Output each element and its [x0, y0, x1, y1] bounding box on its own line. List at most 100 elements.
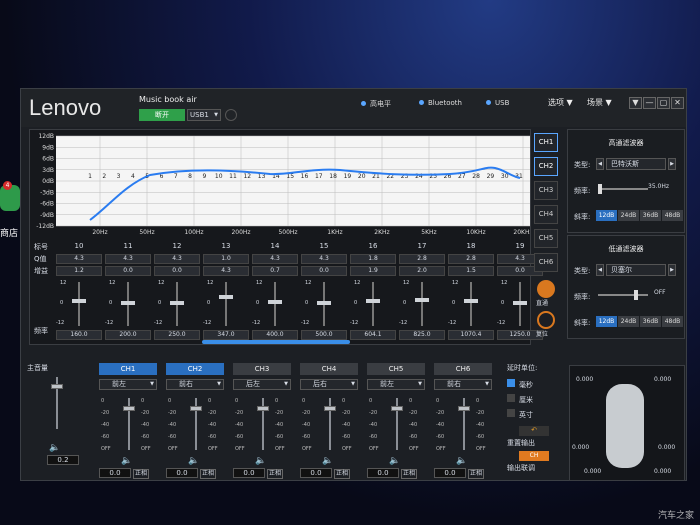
- slope-12db[interactable]: 12dB: [596, 316, 617, 327]
- undo-icon[interactable]: ↶: [519, 426, 549, 436]
- band-freq-field[interactable]: 825.0: [399, 330, 445, 340]
- tab-ch2[interactable]: CH2: [534, 157, 558, 176]
- fader-knob[interactable]: [123, 406, 135, 412]
- speaker-icon[interactable]: 🔈: [456, 456, 492, 466]
- output-position-select[interactable]: 后左: [233, 379, 291, 390]
- maximize-button[interactable]: ▢: [657, 97, 670, 109]
- band-q-field[interactable]: 4.3: [105, 254, 151, 264]
- band-q-field[interactable]: 2.8: [448, 254, 494, 264]
- output-fader[interactable]: 0 0 -20 -20 -40 -40 -60 -60 OFF OFF: [300, 396, 358, 456]
- band-q-field[interactable]: 4.3: [56, 254, 102, 264]
- band-scrollbar[interactable]: [202, 340, 350, 344]
- fader-knob[interactable]: [324, 406, 336, 412]
- tab-ch3[interactable]: CH3: [534, 181, 558, 200]
- speaker-icon[interactable]: 🔈: [188, 456, 224, 466]
- slope-48db[interactable]: 48dB: [662, 316, 683, 327]
- highpass-type-prev[interactable]: ◀: [596, 158, 604, 170]
- connect-button[interactable]: 断开: [139, 109, 185, 121]
- speaker-icon[interactable]: 🔈: [389, 456, 425, 466]
- tab-ch1[interactable]: CH1: [534, 133, 558, 152]
- speaker-icon[interactable]: 🔈: [255, 456, 291, 466]
- unit-ms[interactable]: 毫秒: [507, 379, 567, 390]
- slope-36db[interactable]: 36dB: [640, 210, 661, 221]
- slope-24db[interactable]: 24dB: [618, 210, 639, 221]
- tab-ch5[interactable]: CH5: [534, 229, 558, 248]
- band-gain-slider[interactable]: 12 0 -12: [105, 280, 151, 328]
- speaker-icon[interactable]: 🔈: [121, 456, 157, 466]
- master-fader[interactable]: [27, 375, 85, 443]
- band-gain-slider[interactable]: 12 0 -12: [399, 280, 445, 328]
- bypass-icon[interactable]: [537, 280, 555, 298]
- window-menu-button[interactable]: ▼: [629, 97, 642, 109]
- slider-knob[interactable]: [634, 290, 638, 300]
- slider-knob[interactable]: [317, 301, 331, 305]
- refresh-icon[interactable]: [225, 109, 237, 121]
- output-channel-button[interactable]: CH2: [166, 363, 224, 375]
- highpass-type-select[interactable]: 巴特沃斯: [606, 158, 666, 170]
- band-freq-field[interactable]: 160.0: [56, 330, 102, 340]
- band-freq-field[interactable]: 347.0: [203, 330, 249, 340]
- output-volume-value[interactable]: 0.0: [300, 468, 332, 478]
- output-volume-value[interactable]: 0.0: [434, 468, 466, 478]
- lowpass-type-prev[interactable]: ◀: [596, 264, 604, 276]
- band-q-field[interactable]: 2.8: [399, 254, 445, 264]
- output-channel-button[interactable]: CH3: [233, 363, 291, 375]
- phase-button[interactable]: 正相: [401, 469, 417, 479]
- band-gain-field[interactable]: 0.0: [105, 266, 151, 276]
- band-gain-field[interactable]: 0.7: [252, 266, 298, 276]
- band-gain-slider[interactable]: 12 0 -12: [203, 280, 249, 328]
- phase-button[interactable]: 正相: [200, 469, 216, 479]
- fader-knob[interactable]: [51, 384, 63, 390]
- band-q-field[interactable]: 4.3: [301, 254, 347, 264]
- reset-icon[interactable]: [537, 311, 555, 329]
- fader-knob[interactable]: [190, 406, 202, 412]
- slope-24db[interactable]: 24dB: [618, 316, 639, 327]
- phase-button[interactable]: 正相: [267, 469, 283, 479]
- delay-front-right[interactable]: 0.000: [654, 376, 671, 383]
- usb-select[interactable]: USB1: [187, 109, 221, 121]
- band-gain-slider[interactable]: 12 0 -12: [154, 280, 200, 328]
- speaker-icon[interactable]: 🔈: [322, 456, 358, 466]
- band-freq-field[interactable]: 250.0: [154, 330, 200, 340]
- output-channel-button[interactable]: CH5: [367, 363, 425, 375]
- fader-knob[interactable]: [257, 406, 269, 412]
- unit-cm[interactable]: 厘米: [507, 394, 567, 405]
- band-gain-slider[interactable]: 12 0 -12: [448, 280, 494, 328]
- slider-knob[interactable]: [268, 300, 282, 305]
- output-fader[interactable]: 0 0 -20 -20 -40 -40 -60 -60 OFF OFF: [367, 396, 425, 456]
- slider-knob[interactable]: [72, 299, 86, 304]
- fader-knob[interactable]: [391, 406, 403, 412]
- output-position-select[interactable]: 后右: [300, 379, 358, 390]
- delay-rear-left[interactable]: 0.000: [572, 444, 589, 451]
- output-channel-button[interactable]: CH6: [434, 363, 492, 375]
- slider-knob[interactable]: [121, 301, 135, 305]
- output-fader[interactable]: 0 0 -20 -20 -40 -40 -60 -60 OFF OFF: [166, 396, 224, 456]
- output-position-select[interactable]: 前左: [367, 379, 425, 390]
- delay-rear-right[interactable]: 0.000: [658, 444, 675, 451]
- eq-graph[interactable]: 12dB 9dB 6dB 3dB 0dB -3dB -6dB -9dB -12dB 20Hz 50…: [30, 130, 530, 238]
- band-gain-slider[interactable]: 12 0 -12: [56, 280, 102, 328]
- band-q-field[interactable]: 4.3: [154, 254, 200, 264]
- band-q-field[interactable]: 4.3: [252, 254, 298, 264]
- output-fader[interactable]: 0 0 -20 -20 -40 -40 -60 -60 OFF OFF: [233, 396, 291, 456]
- master-volume-value[interactable]: 0.2: [47, 455, 79, 465]
- slider-knob[interactable]: [219, 295, 233, 300]
- tab-ch4[interactable]: CH4: [534, 205, 558, 224]
- slider-knob[interactable]: [464, 299, 478, 303]
- output-channel-button[interactable]: CH4: [300, 363, 358, 375]
- phase-button[interactable]: 正相: [133, 469, 149, 479]
- delay-sub-right[interactable]: 0.000: [654, 468, 671, 475]
- lowpass-type-next[interactable]: ▶: [668, 264, 676, 276]
- output-position-select[interactable]: 前右: [166, 379, 224, 390]
- slope-48db[interactable]: 48dB: [662, 210, 683, 221]
- slider-knob[interactable]: [598, 184, 602, 194]
- slope-36db[interactable]: 36dB: [640, 316, 661, 327]
- slider-knob[interactable]: [513, 301, 527, 305]
- fader-knob[interactable]: [458, 406, 470, 412]
- band-freq-field[interactable]: 400.0: [252, 330, 298, 340]
- band-gain-slider[interactable]: 12 0 -12: [252, 280, 298, 328]
- slope-12db[interactable]: 12dB: [596, 210, 617, 221]
- band-gain-field[interactable]: 1.2: [56, 266, 102, 276]
- tab-ch6[interactable]: CH6: [534, 253, 558, 272]
- minimize-button[interactable]: —: [643, 97, 656, 109]
